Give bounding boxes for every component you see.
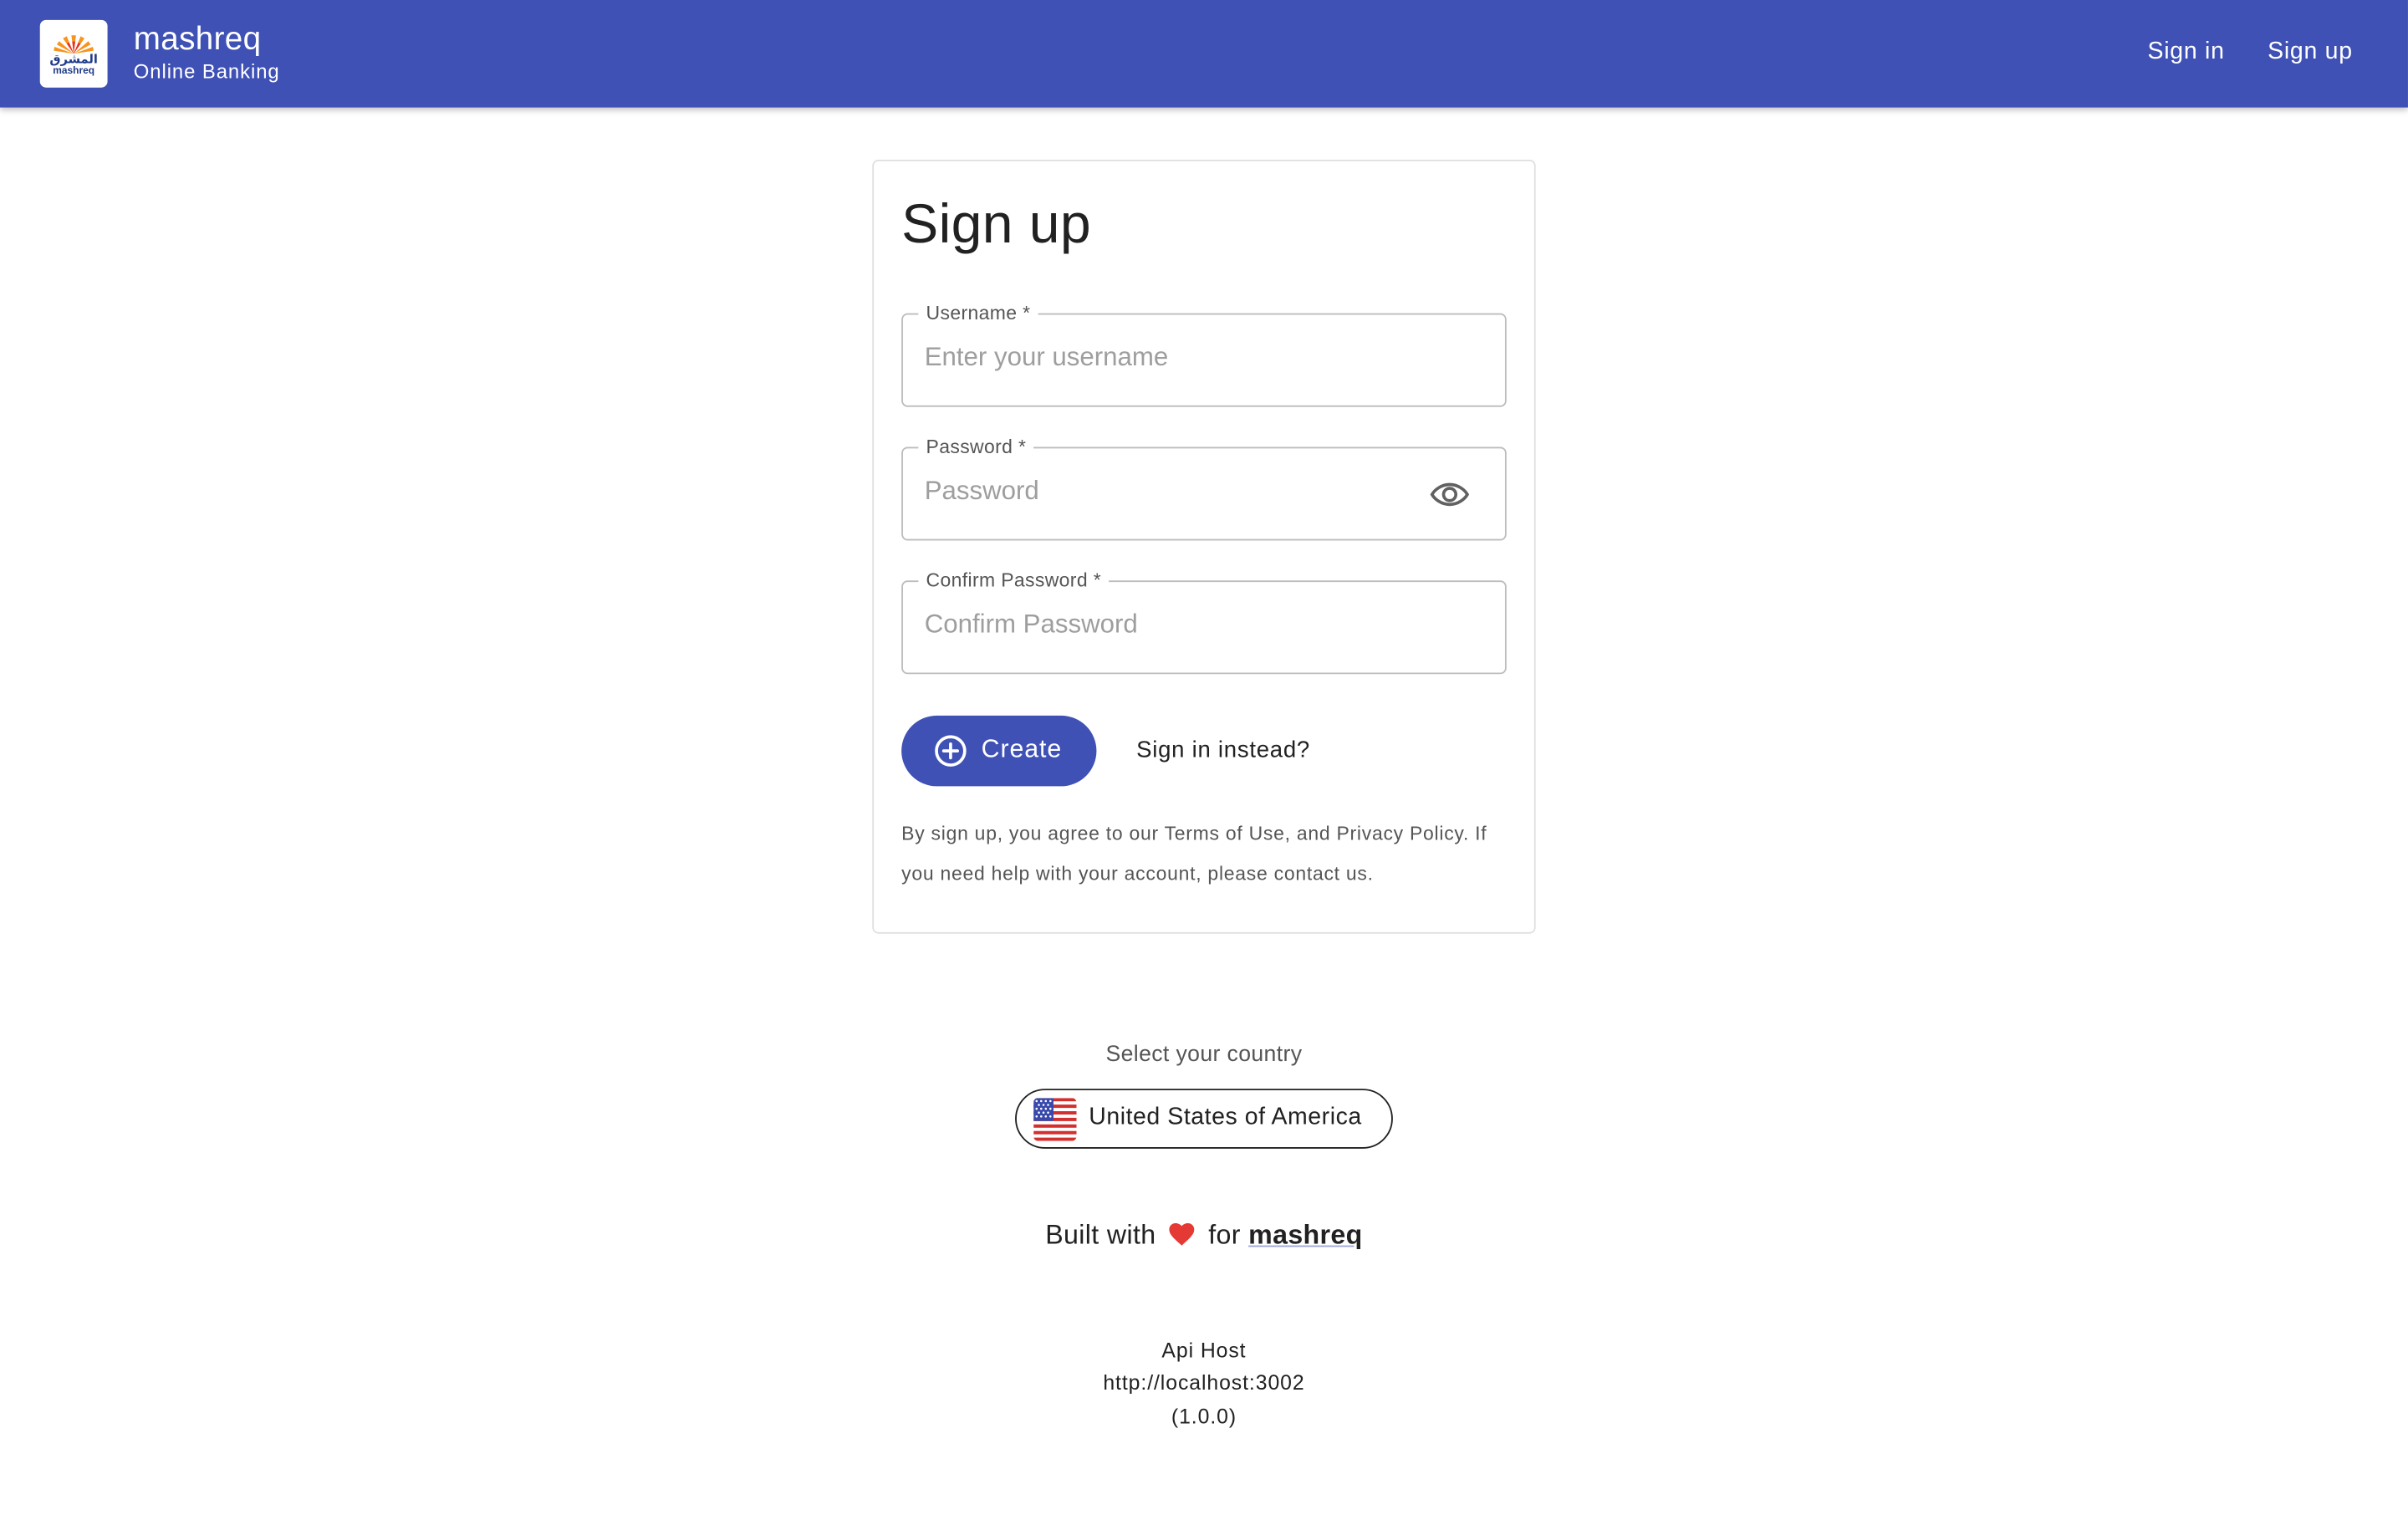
username-field[interactable]: Username *: [901, 300, 1507, 407]
mashreq-link[interactable]: mashreq: [1248, 1219, 1363, 1250]
terms-text: By sign up, you agree to our Terms of Us…: [901, 823, 1487, 885]
brand: mashreq Online Banking: [134, 22, 280, 86]
logo-arabic-text: المشرق: [49, 51, 98, 66]
signin-nav-button[interactable]: Sign in: [2147, 33, 2224, 70]
app-version: (1.0.0): [1171, 1405, 1237, 1429]
heart-icon: [1168, 1223, 1194, 1246]
brand-name: mashreq: [133, 21, 262, 57]
password-input[interactable]: [924, 476, 1416, 508]
password-label: Password *: [918, 434, 1034, 460]
api-host-label: Api Host: [1161, 1339, 1247, 1363]
app-header: المشرق mashreq mashreq Online Banking Si…: [0, 0, 2408, 108]
password-field[interactable]: Password *: [901, 434, 1507, 541]
built-prefix: Built with: [1045, 1219, 1156, 1251]
header-nav: Sign in Sign up: [2147, 33, 2352, 70]
signup-card: Sign up Username * Password * Confirm Pa…: [872, 160, 1536, 934]
create-button[interactable]: Create: [901, 715, 1097, 787]
confirm-password-input[interactable]: [924, 610, 1416, 640]
api-host-url: http://localhost:3002: [1103, 1371, 1305, 1395]
logo-english-text: mashreq: [53, 65, 95, 76]
page-title: Sign up: [901, 191, 1091, 255]
built-with-line: Built with for mashreq: [0, 1219, 2408, 1252]
brand-subtitle: Online Banking: [133, 59, 280, 84]
signup-nav-button[interactable]: Sign up: [2268, 33, 2353, 70]
mashreq-logo[interactable]: المشرق mashreq: [39, 19, 108, 88]
add-circle-icon: [935, 735, 967, 767]
country-name: United States of America: [1089, 1104, 1362, 1130]
eye-icon[interactable]: [1430, 476, 1470, 513]
country-select-button[interactable]: United States of America: [1015, 1089, 1393, 1149]
country-label: Select your country: [1105, 1043, 1303, 1068]
built-for: for: [1208, 1219, 1241, 1251]
confirm-password-field[interactable]: Confirm Password *: [901, 568, 1507, 675]
confirm-password-label: Confirm Password *: [918, 568, 1110, 593]
username-label: Username *: [918, 300, 1038, 326]
username-input[interactable]: [924, 342, 1416, 374]
us-flag-icon: [1033, 1098, 1077, 1141]
signin-instead-link[interactable]: Sign in instead?: [1136, 737, 1310, 763]
create-button-label: Create: [981, 735, 1063, 763]
